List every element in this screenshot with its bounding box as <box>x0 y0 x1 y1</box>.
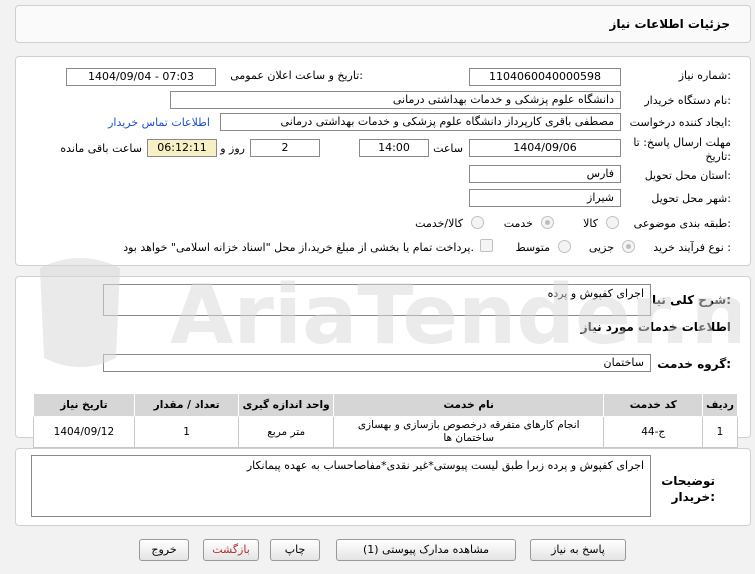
cell-row: 1 <box>702 416 738 448</box>
deadline-date-field: 1404/09/06 <box>469 139 621 157</box>
treasury-payment-note: پرداخت تمام یا بخشی از مبلغ خرید،از محل … <box>123 241 474 254</box>
cell-service-code: ج-44 <box>603 416 704 448</box>
cell-quantity: 1 <box>133 416 240 448</box>
back-button[interactable]: بازگشت <box>203 539 259 561</box>
announce-datetime-field: 1404/09/04 - 07:03 <box>66 68 216 86</box>
description-label: شرح کلی نیاز: <box>645 293 731 307</box>
cell-service-name: انجام کارهای متفرقه درخصوص بازسازی و بهس… <box>332 416 605 448</box>
need-number-field: 1104060040000598 <box>469 68 621 86</box>
city-field: شیراز <box>469 189 621 207</box>
requester-label: ایجاد کننده درخواست: <box>629 116 731 129</box>
category-radio-goods[interactable] <box>606 216 619 229</box>
purchase-radio-medium[interactable] <box>558 240 571 253</box>
purchase-radio-minor[interactable] <box>622 240 635 253</box>
purchase-option-minor: جزیی <box>588 241 614 254</box>
need-number-label: شماره نیاز: <box>678 69 731 82</box>
service-group-label: گروه خدمت: <box>657 357 731 371</box>
col-unit: واحد اندازه گیری <box>238 393 334 417</box>
buyer-notes-field: اجرای کفپوش و پرده زبرا طبق لیست پیوستی*… <box>31 455 651 517</box>
table-row: 1 ج-44 انجام کارهای متفرقه درخصوص بازساز… <box>33 416 738 448</box>
reply-button[interactable]: پاسخ به نیاز <box>530 539 626 561</box>
col-need-date: تاریخ نیاز <box>33 393 135 417</box>
buyer-notes-label-line1: توضیحات <box>661 474 715 488</box>
treasury-payment-checkbox[interactable] <box>480 239 493 252</box>
page-header: جزئیات اطلاعات نیاز <box>15 5 751 43</box>
province-field: فارس <box>469 165 621 183</box>
deadline-time-label: ساعت <box>433 142 463 155</box>
services-table-header: ردیف کد خدمت نام خدمت واحد اندازه گیری ت… <box>33 393 738 417</box>
cell-need-date: 1404/09/12 <box>33 416 135 448</box>
services-table: ردیف کد خدمت نام خدمت واحد اندازه گیری ت… <box>33 393 738 448</box>
announce-datetime-label: تاریخ و ساعت اعلان عمومی: <box>230 69 363 82</box>
category-option-service: خدمت <box>503 217 533 230</box>
col-quantity: تعداد / مقدار <box>133 393 240 417</box>
page-title: جزئیات اطلاعات نیاز <box>609 17 730 31</box>
buyer-notes-label-line2: خریدار: <box>671 490 715 504</box>
days-label: روز و <box>220 142 245 155</box>
deadline-label-line1: مهلت ارسال پاسخ: تا <box>633 136 731 149</box>
view-attachments-button[interactable]: مشاهده مدارک پیوستی (1) <box>336 539 516 561</box>
service-group-field: ساختمان <box>103 354 651 372</box>
exit-button[interactable]: خروج <box>139 539 189 561</box>
cell-unit: متر مربع <box>238 416 334 448</box>
remaining-time-label: ساعت باقی مانده <box>60 142 142 155</box>
form-panel <box>15 56 751 266</box>
province-label: استان محل تحویل: <box>644 169 731 182</box>
category-radio-goods-service[interactable] <box>471 216 484 229</box>
deadline-time-field: 14:00 <box>359 139 429 157</box>
category-option-goods: کالا <box>583 217 598 230</box>
requester-field: مصطفی باقری کارپرداز دانشگاه علوم پزشکی … <box>220 113 621 131</box>
remaining-time-field: 06:12:11 <box>147 139 217 157</box>
description-field: اجرای کفپوش و پرده <box>103 284 651 316</box>
col-service-code: کد خدمت <box>603 393 704 417</box>
remaining-days-field: 2 <box>250 139 320 157</box>
buyer-contact-link[interactable]: اطلاعات تماس خریدار <box>108 116 210 129</box>
purchase-option-medium: متوسط <box>515 241 550 254</box>
category-radio-service[interactable] <box>541 216 554 229</box>
col-service-name: نام خدمت <box>332 393 605 417</box>
deadline-label-line2: تاریخ: <box>705 150 731 163</box>
city-label: شهر محل تحویل: <box>651 192 731 205</box>
category-option-goods-service: کالا/خدمت <box>415 217 463 230</box>
purchase-type-label: نوع فرآیند خرید : <box>653 241 731 254</box>
col-row: ردیف <box>702 393 738 417</box>
buyer-org-label: نام دستگاه خریدار: <box>644 94 731 107</box>
category-label: طبقه بندی موضوعی: <box>633 217 731 230</box>
services-section-title: اطلاعات خدمات مورد نیاز <box>580 320 731 334</box>
buyer-org-field: دانشگاه علوم پزشکی و خدمات بهداشتی درمان… <box>170 91 621 109</box>
print-button[interactable]: چاپ <box>270 539 320 561</box>
